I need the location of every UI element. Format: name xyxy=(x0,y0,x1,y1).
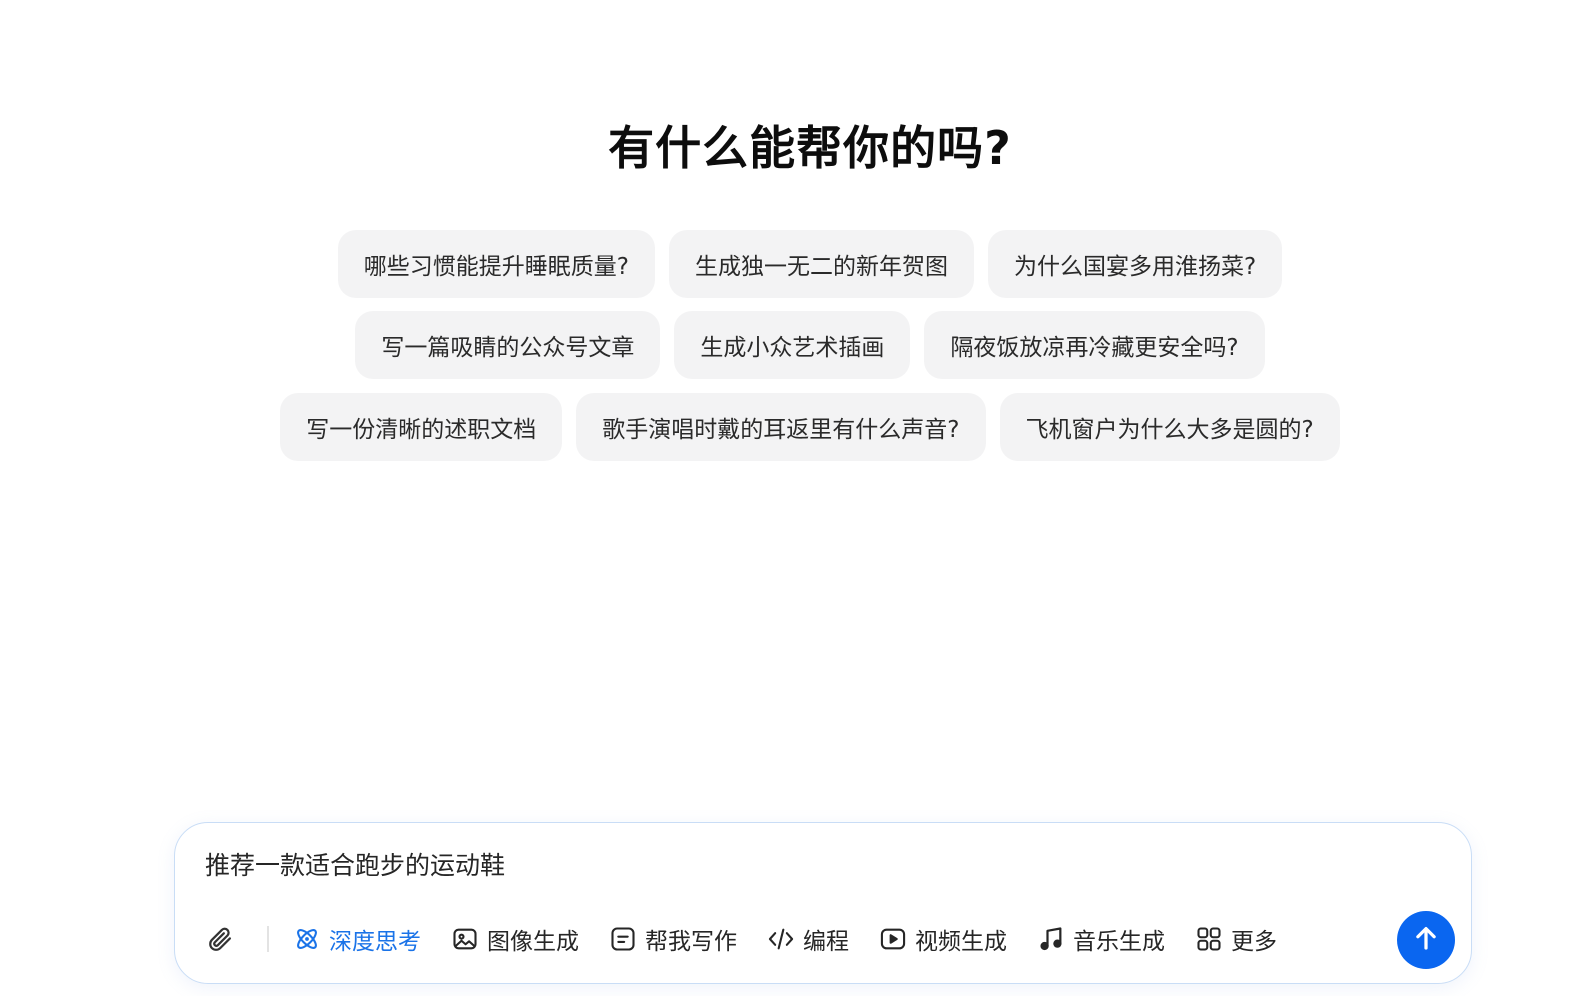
suggestion-chip[interactable]: 写一篇吸睛的公众号文章 xyxy=(355,311,661,379)
suggestion-chip[interactable]: 歌手演唱时戴的耳返里有什么声音? xyxy=(576,393,986,461)
image-generation-button[interactable]: 图像生成 xyxy=(451,922,579,956)
tool-label: 视频生成 xyxy=(915,929,1007,955)
document-icon xyxy=(609,925,637,953)
more-button[interactable]: 更多 xyxy=(1195,922,1277,956)
tool-label: 深度思考 xyxy=(329,929,421,955)
code-icon xyxy=(767,925,795,953)
video-generation-button[interactable]: 视频生成 xyxy=(879,922,1007,956)
chat-composer: 深度思考 图像生成 xyxy=(174,822,1472,984)
page-title: 有什么能帮你的吗? xyxy=(608,121,1012,175)
suggestion-row: 哪些习惯能提升睡眠质量? 生成独一无二的新年贺图 为什么国宴多用淮扬菜? xyxy=(0,230,1582,298)
toolbar-divider xyxy=(267,926,269,952)
page: 有什么能帮你的吗? 哪些习惯能提升睡眠质量? 生成独一无二的新年贺图 为什么国宴… xyxy=(0,0,1582,996)
suggestion-chip[interactable]: 生成小众艺术插画 xyxy=(674,311,911,379)
tool-label: 音乐生成 xyxy=(1073,929,1165,955)
message-input[interactable] xyxy=(205,849,1405,878)
tool-label: 编程 xyxy=(803,929,849,955)
suggestion-chip[interactable]: 哪些习惯能提升睡眠质量? xyxy=(337,230,655,298)
suggestion-row: 写一份清晰的述职文档 歌手演唱时戴的耳返里有什么声音? 飞机窗户为什么大多是圆的… xyxy=(0,393,1582,461)
grid-icon xyxy=(1195,925,1223,953)
coding-button[interactable]: 编程 xyxy=(767,922,849,956)
play-icon xyxy=(879,925,907,953)
tool-label: 更多 xyxy=(1231,929,1277,955)
image-icon xyxy=(451,925,479,953)
suggestion-chip[interactable]: 飞机窗户为什么大多是圆的? xyxy=(999,393,1340,461)
tool-label: 图像生成 xyxy=(487,929,579,955)
atom-icon xyxy=(293,925,321,953)
music-generation-button[interactable]: 音乐生成 xyxy=(1037,922,1165,956)
suggestion-chip[interactable]: 为什么国宴多用淮扬菜? xyxy=(988,230,1283,298)
send-button[interactable] xyxy=(1397,911,1455,969)
paperclip-icon[interactable] xyxy=(203,922,237,956)
arrow-up-icon xyxy=(1411,923,1441,957)
writing-assistant-button[interactable]: 帮我写作 xyxy=(609,922,737,956)
composer-toolbar: 深度思考 图像生成 帮我写作 编程 视频生成 音乐生成 更多 xyxy=(203,917,1307,961)
suggestion-chip[interactable]: 写一份清晰的述职文档 xyxy=(280,393,563,461)
tool-label: 帮我写作 xyxy=(645,929,737,955)
suggestion-chip[interactable]: 隔夜饭放凉再冷藏更安全吗? xyxy=(924,311,1265,379)
music-note-icon xyxy=(1037,925,1065,953)
suggestion-chip[interactable]: 生成独一无二的新年贺图 xyxy=(669,230,974,298)
deep-think-button[interactable]: 深度思考 xyxy=(293,922,421,956)
suggestion-row: 写一篇吸睛的公众号文章 生成小众艺术插画 隔夜饭放凉再冷藏更安全吗? xyxy=(0,311,1582,379)
